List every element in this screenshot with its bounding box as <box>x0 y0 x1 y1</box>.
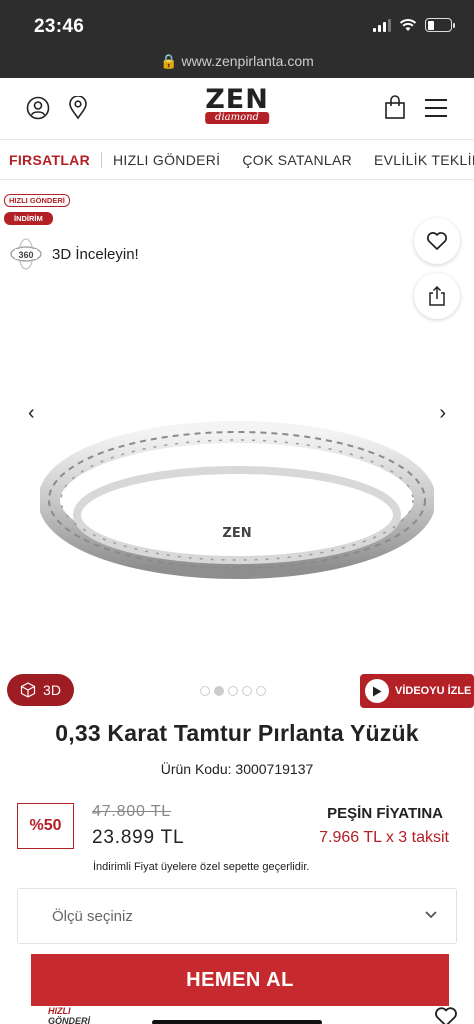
old-price: 47.800 TL <box>92 803 171 820</box>
cube-icon <box>20 682 36 698</box>
battery-icon <box>425 18 455 32</box>
cash-price-label: PEŞİN FİYATINA <box>327 805 443 822</box>
cellular-signal-icon <box>373 18 391 32</box>
nav-item-firsatlar[interactable]: FIRSATLAR <box>0 151 102 168</box>
bottom-bar: HIZLI GÖNDERİ <box>0 1006 474 1024</box>
ring-engraving: ZEN <box>222 526 251 541</box>
status-bar: 23:46 <box>0 0 474 50</box>
product-title: 0,33 Karat Tamtur Pırlanta Yüzük <box>55 720 419 746</box>
hamburger-menu-icon[interactable] <box>424 98 448 118</box>
user-icon[interactable] <box>26 96 50 120</box>
view-360-label: 3D İnceleyin! <box>52 245 139 263</box>
wifi-icon <box>399 19 417 31</box>
product-gallery[interactable]: HIZLI GÖNDERİ İNDİRİM 360 3D İnceleyin! … <box>0 180 474 710</box>
url-bar[interactable]: 🔒 www.zenpirlanta.com <box>0 50 474 78</box>
pagination-dot[interactable] <box>200 686 210 696</box>
rotate-360-icon: 360 <box>10 238 42 270</box>
price-section: %50 47.800 TL 23.899 TL PEŞİN FİYATINA 7… <box>0 777 474 873</box>
installment-info: 7.966 TL x 3 taksit <box>319 829 449 846</box>
fast-delivery-logo: HIZLI GÖNDERİ <box>18 1006 90 1024</box>
chevron-down-icon <box>425 911 437 919</box>
nav-item-cok-satanlar[interactable]: ÇOK SATANLAR <box>231 152 363 168</box>
fast-delivery-logo-line1: HIZLI <box>48 1006 71 1016</box>
favorite-button[interactable] <box>414 218 460 264</box>
pagination-dot[interactable] <box>228 686 238 696</box>
discount-badge: İNDİRİM <box>4 212 53 225</box>
site-header: ZEN diamond <box>0 78 474 140</box>
play-icon <box>365 679 389 703</box>
badge-360-text: 360 <box>18 250 33 260</box>
category-nav: FIRSATLAR HIZLI GÖNDERİ ÇOK SATANLAR EVL… <box>0 140 474 180</box>
heart-icon <box>426 232 448 250</box>
share-button[interactable] <box>414 273 460 319</box>
size-select-placeholder: Ölçü seçiniz <box>52 908 133 925</box>
pagination-dot[interactable] <box>242 686 252 696</box>
shopping-bag-icon[interactable] <box>384 95 406 120</box>
product-ring-image: ZEN <box>40 421 434 579</box>
fast-delivery-badge: HIZLI GÖNDERİ <box>4 194 70 207</box>
heart-icon[interactable] <box>434 1006 458 1024</box>
new-price: 23.899 TL <box>92 827 185 848</box>
location-pin-icon[interactable] <box>68 96 88 120</box>
status-icons <box>373 18 455 32</box>
home-indicator <box>152 1020 322 1024</box>
view-360-link[interactable]: 360 3D İnceleyin! <box>8 236 139 272</box>
gallery-pagination <box>200 686 266 696</box>
product-code: Ürün Kodu: 3000719137 <box>160 761 314 777</box>
url-text: www.zenpirlanta.com <box>181 53 314 69</box>
lock-icon: 🔒 <box>160 53 178 69</box>
fast-delivery-logo-line2: GÖNDERİ <box>48 1016 91 1024</box>
pagination-dot[interactable] <box>256 686 266 696</box>
discount-percent-badge: %50 <box>17 803 74 849</box>
pagination-dot-active[interactable] <box>214 686 224 696</box>
watch-video-label: VİDEOYU İZLE <box>395 685 472 697</box>
buy-now-button[interactable]: HEMEN AL <box>31 954 449 1006</box>
size-select[interactable]: Ölçü seçiniz <box>17 888 457 944</box>
view-3d-button[interactable]: 3D <box>7 674 74 706</box>
view-3d-label: 3D <box>43 682 61 698</box>
nav-item-hizli-gonderi[interactable]: HIZLI GÖNDERİ <box>102 152 231 168</box>
prev-image-arrow[interactable]: ‹ <box>28 402 35 425</box>
site-logo[interactable]: ZEN diamond <box>205 86 269 124</box>
logo-text: ZEN <box>205 84 269 115</box>
watch-video-button[interactable]: VİDEOYU İZLE <box>360 674 474 708</box>
share-icon <box>429 285 445 306</box>
nav-item-evlilik-teklifi[interactable]: EVLİLİK TEKLİFİ <box>363 152 474 168</box>
next-image-arrow[interactable]: › <box>439 402 446 425</box>
status-time: 23:46 <box>34 16 85 37</box>
